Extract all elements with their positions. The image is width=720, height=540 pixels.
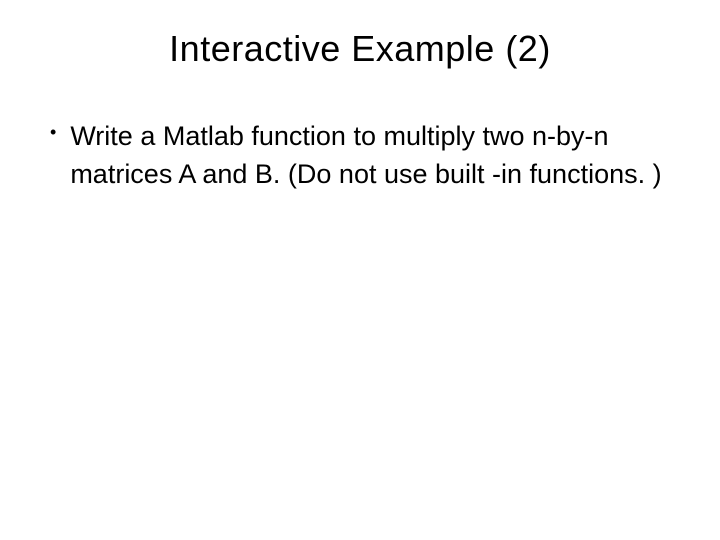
bullet-marker: • — [50, 120, 56, 145]
slide-title: Interactive Example (2) — [40, 28, 680, 70]
bullet-item: • Write a Matlab function to multiply tw… — [50, 118, 680, 194]
slide: Interactive Example (2) • Write a Matlab… — [0, 0, 720, 540]
slide-content: • Write a Matlab function to multiply tw… — [40, 118, 680, 194]
bullet-text: Write a Matlab function to multiply two … — [70, 118, 680, 194]
